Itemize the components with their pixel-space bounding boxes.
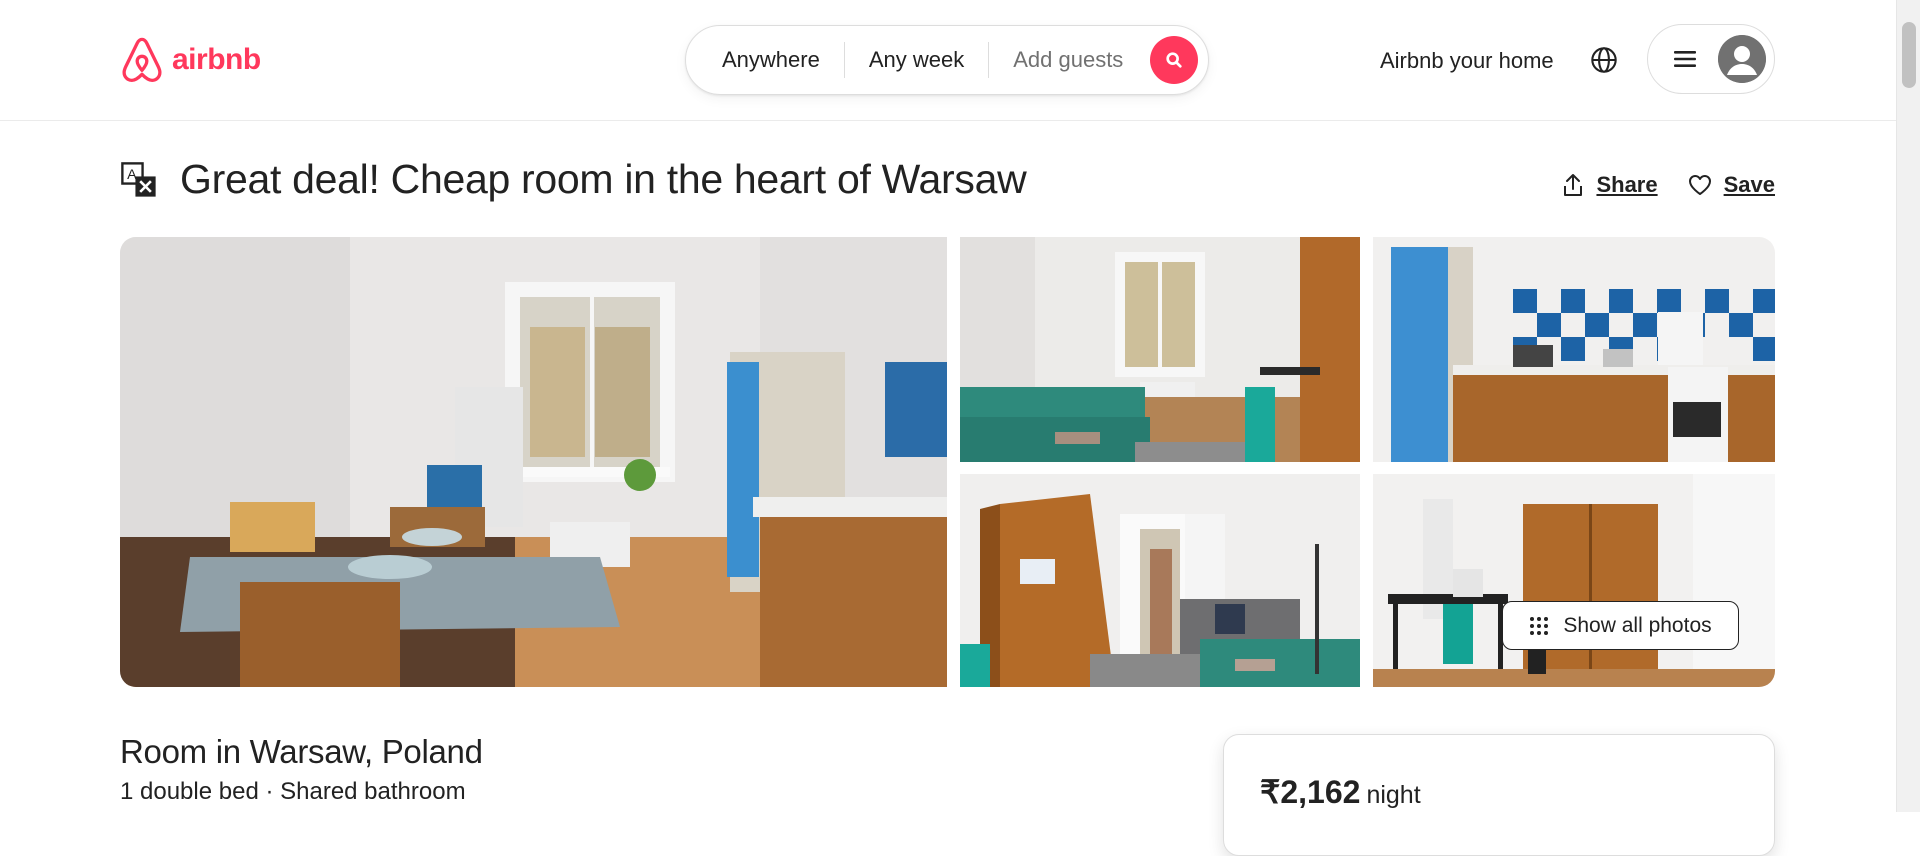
airbnb-wordmark: airbnb bbox=[172, 43, 261, 76]
search-dates[interactable]: Any week bbox=[845, 42, 988, 78]
price-amount: ₹2,162 bbox=[1260, 774, 1361, 810]
price-unit: night bbox=[1366, 781, 1421, 809]
hamburger-menu-icon bbox=[1674, 51, 1696, 67]
save-button[interactable]: Save bbox=[1688, 172, 1775, 198]
search-guests[interactable]: Add guests bbox=[989, 42, 1147, 78]
share-upload-icon bbox=[1564, 174, 1583, 196]
listing-photo-wardrobe[interactable] bbox=[1373, 474, 1775, 687]
airbnb-logo[interactable]: airbnb bbox=[120, 36, 261, 84]
heart-icon bbox=[1688, 175, 1711, 195]
page-title: Great deal! Cheap room in the heart of W… bbox=[180, 156, 1027, 202]
listing-photo-kitchen[interactable] bbox=[1373, 237, 1775, 462]
share-button[interactable]: Share bbox=[1562, 172, 1658, 198]
scrollbar-thumb[interactable] bbox=[1902, 22, 1916, 88]
page-scrollbar[interactable] bbox=[1896, 0, 1920, 812]
airbnb-your-home-link[interactable]: Airbnb your home bbox=[1380, 48, 1554, 74]
room-type-title: Room in Warsaw, Poland bbox=[120, 733, 483, 770]
globe-icon[interactable] bbox=[1590, 46, 1618, 74]
search-button[interactable] bbox=[1150, 36, 1198, 84]
nightly-price: ₹2,162 night bbox=[1260, 773, 1421, 811]
listing-photo-bedroom-door[interactable] bbox=[960, 474, 1360, 687]
search-bar[interactable]: Anywhere Any week Add guests bbox=[685, 25, 1209, 95]
room-summary: 1 double bed · Shared bathroom bbox=[120, 778, 466, 805]
search-location[interactable]: Anywhere bbox=[686, 42, 844, 78]
user-avatar-icon bbox=[1718, 35, 1766, 83]
user-menu-button[interactable] bbox=[1647, 24, 1775, 94]
save-label: Save bbox=[1723, 172, 1775, 197]
airbnb-logo-icon bbox=[122, 37, 162, 82]
listing-photo-main[interactable] bbox=[120, 237, 947, 687]
translate-icon[interactable]: A bbox=[120, 161, 158, 199]
top-navigation-bar: airbnb Anywhere Any week Add guests Airb… bbox=[0, 0, 1896, 121]
grid-dots-icon bbox=[1530, 616, 1549, 635]
listing-photo-bedroom[interactable] bbox=[960, 237, 1360, 462]
search-icon bbox=[1166, 52, 1182, 68]
show-all-photos-label: Show all photos bbox=[1563, 613, 1712, 637]
listing-actions: Share Save bbox=[1562, 172, 1775, 198]
booking-card: ₹2,162 night bbox=[1223, 734, 1775, 856]
show-all-photos-button[interactable]: Show all photos bbox=[1502, 601, 1739, 650]
share-label: Share bbox=[1596, 172, 1658, 197]
listing-title-row: A Great deal! Cheap room in the heart of… bbox=[120, 156, 1027, 203]
